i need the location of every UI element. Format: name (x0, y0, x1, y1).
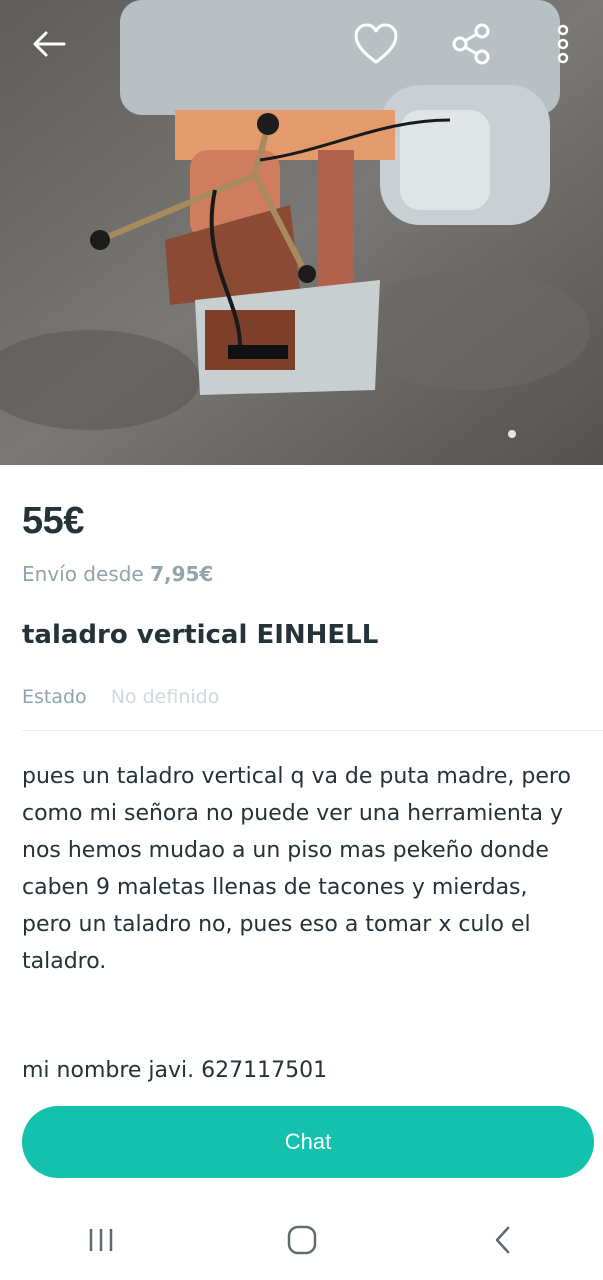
nav-back-button[interactable] (463, 1210, 543, 1270)
product-description: pues un taladro vertical q va de puta ma… (22, 758, 582, 980)
product-price: 55€ (22, 500, 84, 542)
description-text: pues un taladro vertical q va de puta ma… (22, 764, 571, 974)
contact-text: mi nombre javi. 627117501 (22, 1058, 328, 1083)
chat-button[interactable]: Chat (22, 1106, 594, 1178)
shipping-price: 7,95€ (150, 562, 214, 586)
carousel-dot (508, 430, 516, 438)
divider (22, 730, 603, 731)
share-button[interactable] (446, 18, 498, 70)
condition-label: Estado (22, 686, 87, 708)
arrow-left-icon (33, 31, 66, 57)
home-icon (287, 1225, 316, 1255)
product-photo[interactable] (0, 0, 603, 465)
shipping-label: Envío desde (22, 562, 144, 586)
back-icon (495, 1226, 509, 1254)
back-button[interactable] (22, 18, 74, 70)
nav-recent-apps-button[interactable] (61, 1210, 141, 1270)
nav-home-button[interactable] (262, 1210, 342, 1270)
heart-icon (354, 23, 398, 64)
condition-value: No definido (110, 686, 220, 708)
drill-press-image (0, 0, 603, 465)
condition-row: Estado No definido (22, 686, 219, 708)
more-options-button[interactable] (545, 18, 581, 70)
product-title: taladro vertical EINHELL (22, 620, 379, 650)
system-nav-bar (0, 1200, 603, 1280)
more-vertical-icon (557, 24, 569, 64)
shipping-info: Envío desde 7,95€ (22, 562, 213, 586)
recent-apps-icon (89, 1229, 112, 1251)
share-icon (452, 23, 490, 65)
favorite-button[interactable] (350, 18, 402, 70)
